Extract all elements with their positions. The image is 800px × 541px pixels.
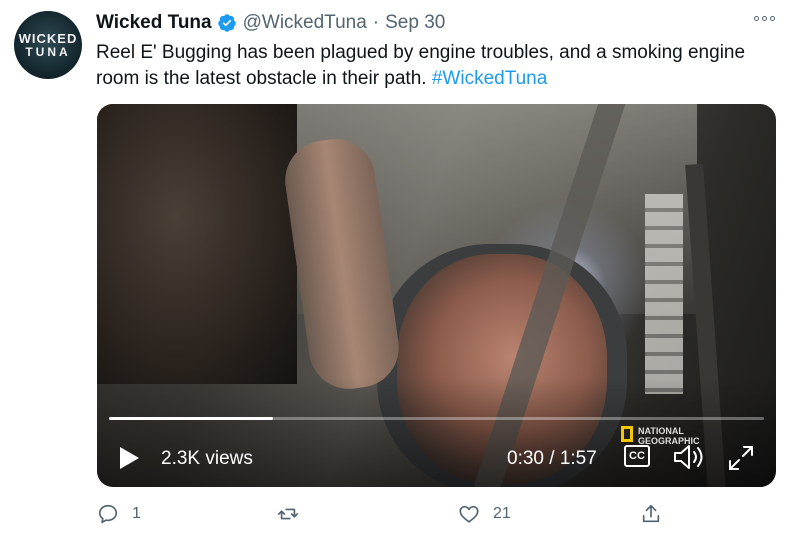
video-time: 0:30 / 1:57 xyxy=(507,448,597,469)
video-player[interactable]: NATIONAL GEOGRAPHIC 2.3K views 0:30 / 1:… xyxy=(97,104,776,487)
avatar[interactable]: WICKED TUNA xyxy=(14,11,82,79)
volume-icon[interactable] xyxy=(672,443,706,471)
retweet-icon xyxy=(278,508,298,520)
tweet-date[interactable]: Sep 30 xyxy=(385,12,445,34)
video-progress-bar[interactable] xyxy=(109,417,764,420)
separator-dot: · xyxy=(372,12,380,33)
avatar-text-line2: TUNA xyxy=(25,44,71,59)
play-icon[interactable] xyxy=(117,445,141,471)
share-icon xyxy=(642,504,660,523)
reply-icon xyxy=(98,504,118,524)
video-progress-fill xyxy=(109,417,273,420)
tweet-body: Reel E' Bugging has been plagued by engi… xyxy=(96,42,746,89)
watermark-line1: NATIONAL xyxy=(638,426,684,436)
tweet-actions: 1 21 xyxy=(97,503,776,529)
author-handle[interactable]: @WickedTuna xyxy=(243,12,367,34)
verified-badge-icon xyxy=(217,14,236,32)
view-count: 2.3K views xyxy=(161,448,253,469)
tweet-text: Reel E' Bugging has been plagued by engi… xyxy=(96,40,766,92)
fullscreen-icon[interactable] xyxy=(727,444,755,472)
like-button[interactable]: 21 xyxy=(458,503,511,525)
share-button[interactable] xyxy=(640,503,662,525)
reply-button[interactable]: 1 xyxy=(97,503,141,525)
video-frame-engine xyxy=(97,104,297,384)
like-count: 21 xyxy=(493,505,511,522)
reply-count: 1 xyxy=(132,505,141,522)
video-frame-grate xyxy=(645,194,683,394)
retweet-button[interactable] xyxy=(277,503,312,525)
avatar-text-line1: WICKED xyxy=(18,30,78,46)
natgeo-logo-icon xyxy=(621,426,633,442)
tweet-header: Wicked Tuna @WickedTuna · Sep 30 xyxy=(96,12,445,34)
hashtag-link[interactable]: #WickedTuna xyxy=(432,68,547,89)
heart-icon xyxy=(459,505,479,523)
captions-button[interactable]: CC xyxy=(624,445,650,467)
more-options-icon[interactable] xyxy=(754,12,778,24)
author-name[interactable]: Wicked Tuna xyxy=(96,12,212,34)
